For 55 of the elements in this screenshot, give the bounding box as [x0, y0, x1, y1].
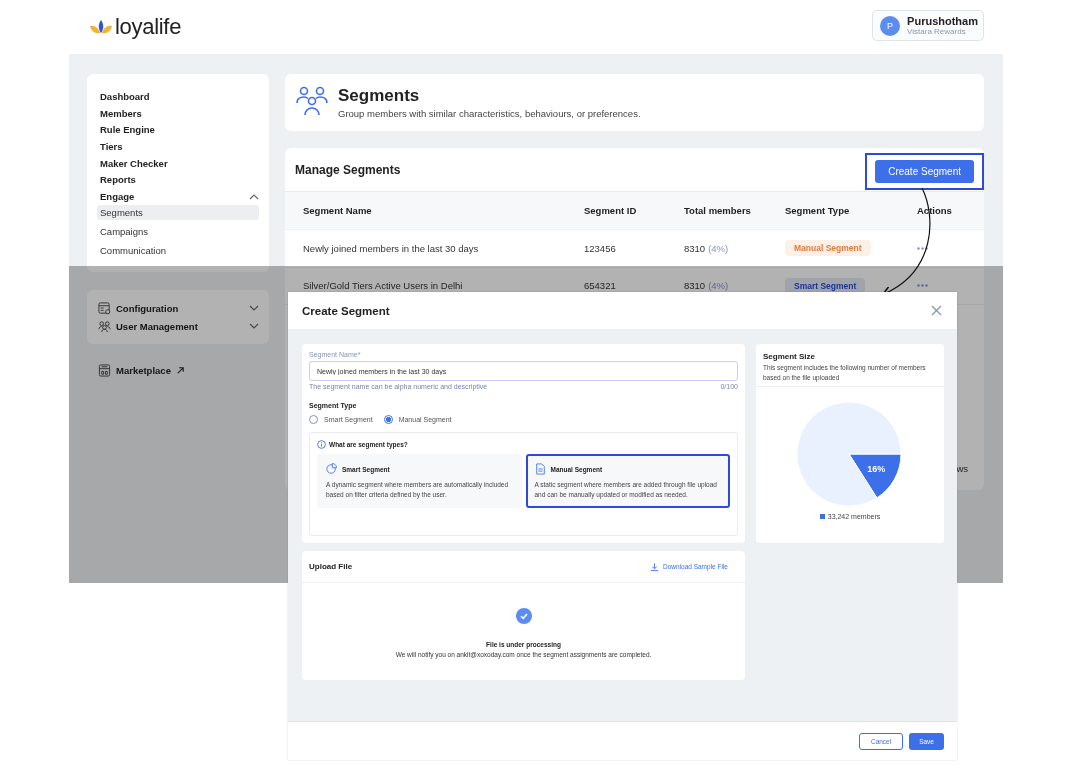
column-header: Segment Name [303, 205, 373, 216]
table-cell-text: Silver/Gold Tiers Active Users in Delhi [303, 280, 464, 292]
download-icon [649, 561, 659, 572]
external-link-icon [175, 366, 185, 375]
document-icon [534, 463, 546, 475]
nav-item[interactable]: Configuration [116, 302, 244, 314]
settings-icon [98, 301, 111, 315]
member-count: 8310 [684, 242, 706, 254]
nav-item[interactable]: Reports [100, 174, 136, 186]
segment-type-tag: Smart Segment [785, 277, 866, 294]
avatar: P [880, 15, 901, 36]
pie-chart-icon [326, 463, 337, 475]
nav-subitem[interactable]: Campaigns [97, 224, 259, 240]
logo-text: loyalife [115, 14, 182, 40]
table-cell-text: Newly joined members in the last 30 days [303, 242, 480, 254]
users-icon [98, 319, 111, 333]
member-share: (4%) [708, 280, 729, 292]
column-header: Total members [684, 205, 752, 216]
nav-item[interactable]: Tiers [100, 141, 123, 152]
user-chip[interactable]: P Purushotham Vistara Rewards [872, 10, 984, 41]
people-icon [296, 85, 328, 116]
size-title: Segment Size [763, 352, 816, 361]
check-icon [515, 608, 532, 624]
upload-title: Upload File [309, 562, 353, 571]
column-header: Segment ID [584, 205, 638, 216]
close-icon[interactable] [931, 305, 942, 316]
nav-item[interactable]: User Management [116, 320, 244, 332]
page-subtitle: Group members with similar characteristics, behaviours, or preferences. [338, 108, 641, 119]
marketplace-link[interactable]: Marketplace [116, 365, 171, 376]
dialog-title: Create Segment [302, 304, 390, 317]
table-cell-text: 654321 [584, 280, 617, 292]
segment-type-tag: Manual Segment [785, 240, 871, 257]
legend-swatch [819, 514, 825, 519]
nav-subitem[interactable]: Segments [97, 205, 259, 221]
footer-text: ws [956, 463, 968, 474]
logo-icon [89, 19, 113, 35]
user-name: Purushotham [907, 15, 978, 27]
info-icon [317, 440, 326, 449]
more-icon[interactable] [917, 246, 928, 250]
table-cell-text: 123456 [584, 242, 617, 254]
nav-item[interactable]: Members [100, 107, 142, 119]
nav-item[interactable]: Dashboard [100, 90, 150, 102]
nav-subitem[interactable]: Communication [97, 243, 259, 259]
nav-item[interactable]: Rule Engine [100, 124, 155, 136]
store-icon [98, 364, 111, 377]
nav-item[interactable]: Engage [100, 191, 135, 203]
member-share: (4%) [708, 242, 729, 254]
nav-item[interactable]: Maker Checker [100, 157, 168, 169]
column-header: Segment Type [785, 205, 851, 216]
slice-label: 16% [867, 464, 886, 474]
user-org: Vistara Rewards [907, 27, 967, 36]
member-count: 8310 [684, 280, 706, 292]
table-title: Manage Segments [295, 162, 401, 177]
create-segment-button[interactable]: Create Segment [875, 159, 974, 183]
page-title: Segments [338, 86, 421, 106]
